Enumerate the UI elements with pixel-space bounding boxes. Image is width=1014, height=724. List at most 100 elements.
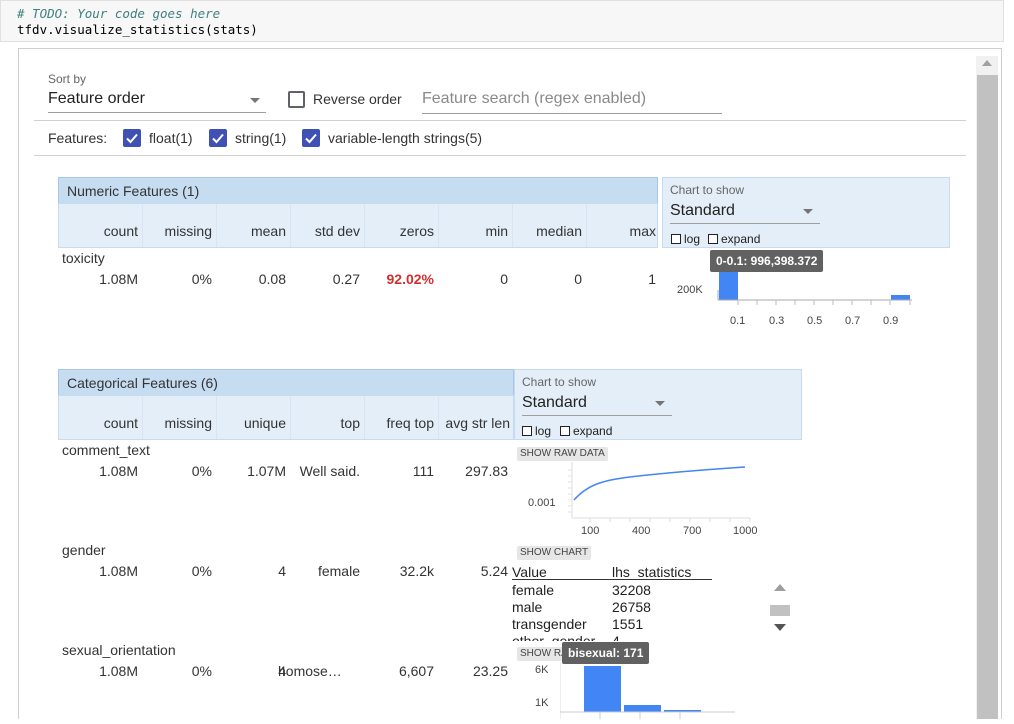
x-tick: 100	[581, 525, 600, 537]
expand-checkbox[interactable]	[560, 426, 570, 436]
log-label: log	[535, 424, 552, 438]
string-filter-label: string(1)	[235, 130, 287, 146]
check-icon	[126, 133, 138, 144]
col-missing[interactable]: missing	[142, 415, 212, 431]
col-mean[interactable]: mean	[216, 223, 286, 239]
col-count[interactable]: count	[58, 415, 138, 431]
col-median[interactable]: median	[512, 223, 582, 239]
feature-name-gender[interactable]: gender	[62, 542, 106, 558]
x-tick: 400	[632, 525, 651, 537]
sexual-orientation-tooltip: bisexual: 171	[562, 642, 650, 664]
code-call: tfdv.visualize_statistics(stats)	[17, 22, 258, 37]
table-scroll-thumb[interactable]	[770, 605, 790, 616]
raw-table-count: 1551	[612, 616, 644, 632]
raw-table-value: other_gender	[512, 633, 596, 641]
col-max[interactable]: max	[586, 223, 656, 239]
y-tick: 200K	[677, 284, 703, 296]
gender-avg-len: 5.24	[480, 563, 508, 579]
toxicity-zeros: 92.02%	[386, 271, 434, 287]
sort-by-dropdown[interactable]: Feature order	[48, 88, 266, 113]
show-raw-data-button[interactable]: SHOW RAW DATA	[517, 447, 608, 461]
show-chart-button[interactable]: SHOW CHART	[517, 546, 592, 560]
sexual-orientation-unique: 4	[278, 663, 286, 679]
log-checkbox[interactable]	[522, 426, 532, 436]
x-tick: 0.1	[730, 315, 746, 327]
feature-search-placeholder: Feature search (regex enabled)	[422, 90, 647, 107]
sexual-orientation-freq-top: 6,607	[398, 663, 434, 679]
comment-text-cdf-chart[interactable]	[560, 460, 760, 522]
reverse-order-checkbox[interactable]	[288, 91, 305, 108]
comment-text-freq-top: 111	[412, 463, 434, 479]
chart-to-show-dropdown[interactable]: Standard	[522, 392, 672, 416]
sort-by-label: Sort by	[48, 72, 87, 86]
x-tick: 0.9	[883, 315, 899, 327]
feature-name-toxicity[interactable]: toxicity	[62, 250, 105, 266]
feature-name-sexual-orientation[interactable]: sexual_orientation	[62, 642, 176, 658]
scroll-up-arrow-icon[interactable]	[982, 60, 992, 66]
toxicity-std-dev: 0.27	[332, 271, 360, 287]
raw-table-header-value: Value	[512, 564, 547, 580]
expand-label: expand	[721, 232, 761, 246]
sexual-orientation-missing: 0%	[191, 663, 212, 679]
y-tick: 0.001	[528, 497, 556, 509]
sexual-orientation-avg-len: 23.25	[472, 663, 508, 679]
numeric-section-header: Numeric Features (1)	[58, 177, 658, 204]
varlen-filter-label: variable-length strings(5)	[328, 130, 483, 146]
toxicity-min: 0	[500, 271, 508, 287]
x-tick: 700	[683, 525, 702, 537]
check-icon	[212, 133, 224, 144]
toxicity-tooltip: 0-0.1: 996,398.372	[710, 250, 824, 272]
histogram-bar	[891, 295, 910, 300]
raw-table-count: 32208	[612, 582, 651, 598]
toxicity-median: 0	[574, 271, 582, 287]
gender-top: female	[317, 563, 360, 579]
categorical-section-title: Categorical Features (6)	[67, 375, 218, 391]
gender-count: 1.08M	[99, 563, 138, 579]
col-std-dev[interactable]: std dev	[290, 223, 360, 239]
chart-to-show-label: Chart to show	[670, 183, 745, 197]
comment-text-unique: 1.07M	[247, 463, 286, 479]
expand-checkbox[interactable]	[708, 234, 718, 244]
feature-search-input[interactable]: Feature search (regex enabled)	[422, 88, 722, 114]
gender-raw-table[interactable]: Value lhs_statistics female 32208 male 2…	[512, 561, 762, 641]
table-scroll-down-icon[interactable]	[774, 624, 786, 631]
expand-label: expand	[573, 424, 613, 438]
x-tick: 0.7	[845, 315, 861, 327]
x-tick: 0.5	[807, 315, 823, 327]
x-tick: 0.3	[769, 315, 785, 327]
col-missing[interactable]: missing	[142, 223, 212, 239]
col-avg-str-len[interactable]: avg str len	[438, 415, 510, 431]
y-tick: 1K	[535, 697, 549, 709]
raw-table-value: transgender	[512, 616, 587, 632]
float-filter-checkbox[interactable]	[123, 129, 141, 147]
raw-table-value: male	[512, 599, 543, 615]
raw-table-header-stat: lhs_statistics	[612, 564, 692, 580]
sexual-orientation-bar-chart[interactable]	[556, 662, 740, 719]
log-checkbox[interactable]	[671, 234, 681, 244]
chevron-down-icon	[803, 209, 813, 214]
col-zeros[interactable]: zeros	[364, 223, 434, 239]
toxicity-mean: 0.08	[258, 271, 286, 287]
log-label: log	[684, 232, 701, 246]
chevron-down-icon	[250, 98, 260, 103]
feature-name-comment-text[interactable]: comment_text	[62, 442, 150, 458]
bar	[624, 705, 661, 712]
col-freq-top[interactable]: freq top	[364, 415, 434, 431]
col-count[interactable]: count	[58, 223, 138, 239]
y-tick: 6K	[535, 664, 549, 676]
numeric-chart-options: Chart to show Standard log expand	[662, 177, 950, 248]
scrollbar-thumb[interactable]	[977, 75, 998, 719]
raw-table-value: female	[512, 582, 555, 598]
string-filter-checkbox[interactable]	[209, 129, 227, 147]
code-cell[interactable]: # TODO: Your code goes here tfdv.visuali…	[0, 0, 1004, 42]
float-filter-label: float(1)	[149, 130, 193, 146]
chart-to-show-dropdown[interactable]: Standard	[670, 200, 820, 224]
reverse-order-label: Reverse order	[313, 91, 402, 107]
categorical-chart-options: Chart to show Standard log expand	[514, 369, 802, 440]
varlen-filter-checkbox[interactable]	[302, 129, 320, 147]
col-top[interactable]: top	[290, 415, 360, 431]
table-scroll-up-icon[interactable]	[774, 584, 786, 591]
col-unique[interactable]: unique	[216, 415, 286, 431]
col-min[interactable]: min	[438, 223, 508, 239]
chart-to-show-value: Standard	[670, 202, 735, 219]
